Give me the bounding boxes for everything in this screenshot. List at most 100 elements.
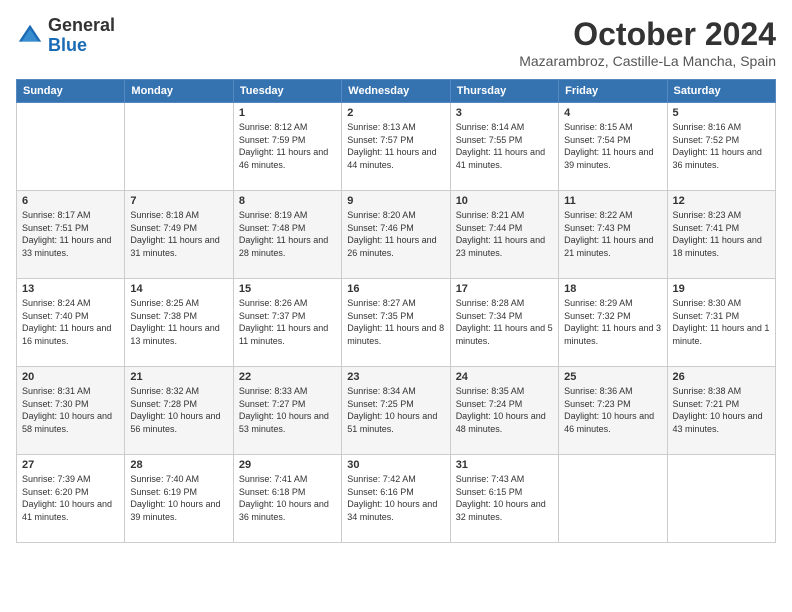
calendar-cell: 6Sunrise: 8:17 AM Sunset: 7:51 PM Daylig… <box>17 191 125 279</box>
day-number: 7 <box>130 195 227 207</box>
day-info: Sunrise: 8:24 AM Sunset: 7:40 PM Dayligh… <box>22 297 119 347</box>
calendar-cell: 17Sunrise: 8:28 AM Sunset: 7:34 PM Dayli… <box>450 279 558 367</box>
day-info: Sunrise: 8:34 AM Sunset: 7:25 PM Dayligh… <box>347 385 444 435</box>
month-title: October 2024 <box>519 16 776 53</box>
calendar-cell: 19 Sunrise: 8:30 AM Sunset: 7:31 PM Dayli… <box>667 279 775 367</box>
day-info: Sunrise: 8:31 AM Sunset: 7:30 PM Dayligh… <box>22 385 119 435</box>
day-number: 15 <box>239 283 336 295</box>
day-number: 2 <box>347 107 444 119</box>
calendar-cell: 8 Sunrise: 8:19 AM Sunset: 7:48 PM Daylig… <box>233 191 341 279</box>
day-number: 4 <box>564 107 661 119</box>
weekday-header-monday: Monday <box>125 80 233 103</box>
day-number: 12 <box>673 195 770 207</box>
calendar-cell: 28 Sunrise: 7:40 AM Sunset: 6:19 PM Dayli… <box>125 455 233 543</box>
day-info: Sunrise: 8:14 AM Sunset: 7:55 PM Dayligh… <box>456 121 553 171</box>
day-number: 26 <box>673 371 770 383</box>
header-row: SundayMondayTuesdayWednesdayThursdayFrid… <box>17 80 776 103</box>
calendar-cell: 2 Sunrise: 8:13 AM Sunset: 7:57 PM Daylig… <box>342 103 450 191</box>
calendar-cell: 16 Sunrise: 8:27 AM Sunset: 7:35 PM Dayli… <box>342 279 450 367</box>
day-info: Sunrise: 8:20 AM Sunset: 7:46 PM Dayligh… <box>347 209 444 259</box>
calendar-cell <box>667 455 775 543</box>
calendar-cell <box>559 455 667 543</box>
day-info: Sunrise: 8:29 AM Sunset: 7:32 PM Dayligh… <box>564 297 661 347</box>
day-info: Sunrise: 7:40 AM Sunset: 6:19 PM Dayligh… <box>130 473 227 523</box>
day-number: 25 <box>564 371 661 383</box>
calendar-week-2: 6Sunrise: 8:17 AM Sunset: 7:51 PM Daylig… <box>17 191 776 279</box>
calendar-cell: 4 Sunrise: 8:15 AM Sunset: 7:54 PM Daylig… <box>559 103 667 191</box>
day-number: 18 <box>564 283 661 295</box>
logo-blue: Blue <box>48 35 87 55</box>
day-number: 23 <box>347 371 444 383</box>
calendar-cell: 7 Sunrise: 8:18 AM Sunset: 7:49 PM Daylig… <box>125 191 233 279</box>
day-info: Sunrise: 8:12 AM Sunset: 7:59 PM Dayligh… <box>239 121 336 171</box>
logo: General Blue <box>16 16 115 56</box>
day-info: Sunrise: 8:32 AM Sunset: 7:28 PM Dayligh… <box>130 385 227 435</box>
day-info: Sunrise: 8:13 AM Sunset: 7:57 PM Dayligh… <box>347 121 444 171</box>
day-info: Sunrise: 8:18 AM Sunset: 7:49 PM Dayligh… <box>130 209 227 259</box>
calendar-cell: 10 Sunrise: 8:21 AM Sunset: 7:44 PM Dayli… <box>450 191 558 279</box>
page-header: General Blue October 2024 Mazarambroz, C… <box>16 16 776 69</box>
day-info: Sunrise: 8:19 AM Sunset: 7:48 PM Dayligh… <box>239 209 336 259</box>
calendar-cell <box>17 103 125 191</box>
day-info: Sunrise: 8:23 AM Sunset: 7:41 PM Dayligh… <box>673 209 770 259</box>
weekday-header-friday: Friday <box>559 80 667 103</box>
day-number: 24 <box>456 371 553 383</box>
calendar-cell: 18 Sunrise: 8:29 AM Sunset: 7:32 PM Dayli… <box>559 279 667 367</box>
logo-text: General Blue <box>48 16 115 56</box>
day-info: Sunrise: 7:42 AM Sunset: 6:16 PM Dayligh… <box>347 473 444 523</box>
logo-icon <box>16 22 44 50</box>
calendar-cell: 23 Sunrise: 8:34 AM Sunset: 7:25 PM Dayli… <box>342 367 450 455</box>
day-number: 31 <box>456 459 553 471</box>
location: Mazarambroz, Castille-La Mancha, Spain <box>519 53 776 69</box>
weekday-header-tuesday: Tuesday <box>233 80 341 103</box>
day-number: 27 <box>22 459 119 471</box>
day-number: 17 <box>456 283 553 295</box>
day-number: 5 <box>673 107 770 119</box>
day-number: 21 <box>130 371 227 383</box>
day-info: Sunrise: 7:41 AM Sunset: 6:18 PM Dayligh… <box>239 473 336 523</box>
day-info: Sunrise: 8:35 AM Sunset: 7:24 PM Dayligh… <box>456 385 553 435</box>
weekday-header-thursday: Thursday <box>450 80 558 103</box>
calendar-cell: 20 Sunrise: 8:31 AM Sunset: 7:30 PM Dayli… <box>17 367 125 455</box>
day-number: 16 <box>347 283 444 295</box>
day-number: 19 <box>673 283 770 295</box>
calendar-cell: 24 Sunrise: 8:35 AM Sunset: 7:24 PM Dayli… <box>450 367 558 455</box>
calendar-week-4: 20 Sunrise: 8:31 AM Sunset: 7:30 PM Dayli… <box>17 367 776 455</box>
day-info: Sunrise: 8:17 AM Sunset: 7:51 PM Dayligh… <box>22 209 119 259</box>
day-info: Sunrise: 8:26 AM Sunset: 7:37 PM Dayligh… <box>239 297 336 347</box>
day-info: Sunrise: 8:38 AM Sunset: 7:21 PM Dayligh… <box>673 385 770 435</box>
calendar-cell: 3 Sunrise: 8:14 AM Sunset: 7:55 PM Daylig… <box>450 103 558 191</box>
calendar-table: SundayMondayTuesdayWednesdayThursdayFrid… <box>16 79 776 543</box>
day-info: Sunrise: 8:16 AM Sunset: 7:52 PM Dayligh… <box>673 121 770 171</box>
calendar-cell: 13Sunrise: 8:24 AM Sunset: 7:40 PM Dayli… <box>17 279 125 367</box>
day-info: Sunrise: 7:43 AM Sunset: 6:15 PM Dayligh… <box>456 473 553 523</box>
calendar-cell: 5 Sunrise: 8:16 AM Sunset: 7:52 PM Daylig… <box>667 103 775 191</box>
calendar-cell: 26 Sunrise: 8:38 AM Sunset: 7:21 PM Dayli… <box>667 367 775 455</box>
day-number: 8 <box>239 195 336 207</box>
day-number: 22 <box>239 371 336 383</box>
calendar-cell: 9Sunrise: 8:20 AM Sunset: 7:46 PM Daylig… <box>342 191 450 279</box>
day-number: 28 <box>130 459 227 471</box>
day-info: Sunrise: 8:21 AM Sunset: 7:44 PM Dayligh… <box>456 209 553 259</box>
day-info: Sunrise: 7:39 AM Sunset: 6:20 PM Dayligh… <box>22 473 119 523</box>
day-number: 30 <box>347 459 444 471</box>
calendar-cell <box>125 103 233 191</box>
title-block: October 2024 Mazarambroz, Castille-La Ma… <box>519 16 776 69</box>
day-info: Sunrise: 8:33 AM Sunset: 7:27 PM Dayligh… <box>239 385 336 435</box>
day-info: Sunrise: 8:25 AM Sunset: 7:38 PM Dayligh… <box>130 297 227 347</box>
day-number: 3 <box>456 107 553 119</box>
logo-general: General <box>48 15 115 35</box>
calendar-cell: 14Sunrise: 8:25 AM Sunset: 7:38 PM Dayli… <box>125 279 233 367</box>
day-number: 29 <box>239 459 336 471</box>
day-number: 20 <box>22 371 119 383</box>
day-info: Sunrise: 8:22 AM Sunset: 7:43 PM Dayligh… <box>564 209 661 259</box>
calendar-week-5: 27 Sunrise: 7:39 AM Sunset: 6:20 PM Dayli… <box>17 455 776 543</box>
day-number: 1 <box>239 107 336 119</box>
calendar-week-1: 1 Sunrise: 8:12 AM Sunset: 7:59 PM Daylig… <box>17 103 776 191</box>
day-info: Sunrise: 8:27 AM Sunset: 7:35 PM Dayligh… <box>347 297 444 347</box>
day-info: Sunrise: 8:30 AM Sunset: 7:31 PM Dayligh… <box>673 297 770 347</box>
calendar-cell: 11Sunrise: 8:22 AM Sunset: 7:43 PM Dayli… <box>559 191 667 279</box>
day-info: Sunrise: 8:15 AM Sunset: 7:54 PM Dayligh… <box>564 121 661 171</box>
day-number: 10 <box>456 195 553 207</box>
calendar-cell: 15 Sunrise: 8:26 AM Sunset: 7:37 PM Dayli… <box>233 279 341 367</box>
